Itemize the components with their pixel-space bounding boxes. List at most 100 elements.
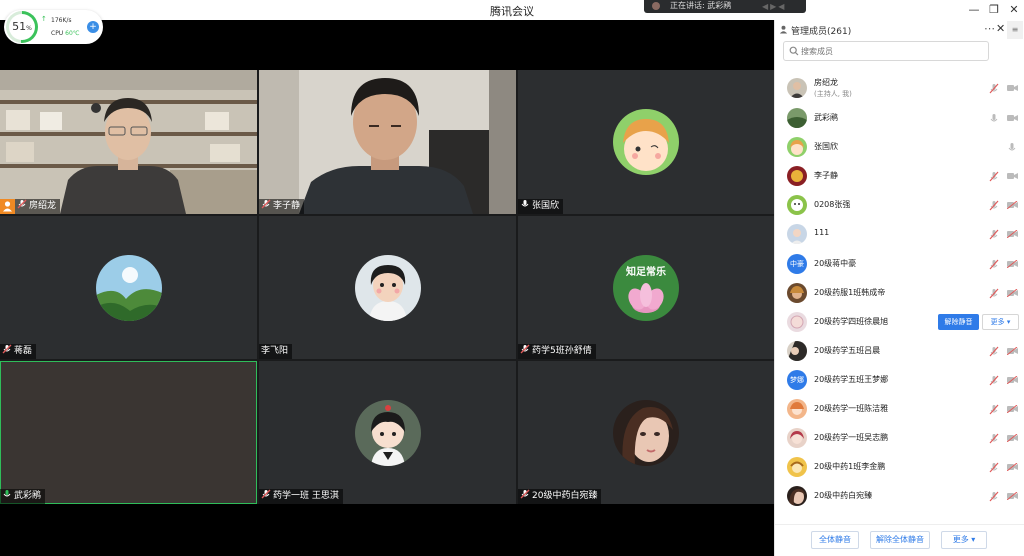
- video-tile-4[interactable]: 蒋磊: [0, 216, 257, 359]
- member-row[interactable]: 20级药学一班陈洁雅: [775, 395, 1024, 423]
- member-row[interactable]: 中豪 20级蒋中豪: [775, 250, 1024, 278]
- camera-off-icon[interactable]: [1007, 347, 1018, 355]
- video-tile-6[interactable]: 知足常乐 药学5班孙舒倩: [518, 216, 774, 359]
- mic-muted-icon[interactable]: [989, 259, 999, 270]
- unmute-all-button[interactable]: 解除全体静音: [870, 531, 930, 549]
- speaking-controls-icon[interactable]: ◀▶◀: [762, 1, 798, 11]
- camera-off-icon[interactable]: [1007, 376, 1018, 384]
- member-avatar: [787, 312, 807, 332]
- participant-video: [0, 70, 257, 214]
- camera-off-icon[interactable]: [1007, 230, 1018, 238]
- mic-muted-icon[interactable]: [989, 462, 999, 473]
- mute-all-button[interactable]: 全体静音: [811, 531, 859, 549]
- mic-muted-icon[interactable]: [989, 433, 999, 444]
- member-search[interactable]: [783, 41, 989, 61]
- mic-muted-icon: [261, 199, 271, 209]
- camera-icon[interactable]: [1007, 84, 1018, 92]
- boost-button[interactable]: +: [87, 21, 99, 33]
- camera-off-icon[interactable]: [1007, 289, 1018, 297]
- mic-muted-icon[interactable]: [989, 404, 999, 415]
- member-row[interactable]: 房绍龙 (主持人, 我): [775, 74, 1024, 102]
- unmute-button[interactable]: 解除静音: [938, 314, 979, 330]
- tile-name: 药学5班孙舒倩: [532, 346, 592, 356]
- tile-label: 药学一班 王思淇: [259, 489, 343, 504]
- tile-label: 武彩鹇: [0, 489, 46, 504]
- member-row[interactable]: 武彩鹇: [775, 104, 1024, 132]
- member-row[interactable]: 20级药服1班韩成帝: [775, 279, 1024, 307]
- member-avatar: [787, 224, 807, 244]
- member-name: 20级药学四班徐晨旭: [814, 317, 889, 326]
- member-row[interactable]: 20级药学四班徐晨旭 解除静音 更多 ▾: [775, 308, 1024, 336]
- members-icon: [779, 25, 788, 34]
- tile-label: 房绍龙: [15, 199, 61, 214]
- member-row[interactable]: 0208张强: [775, 191, 1024, 219]
- mic-muted-icon[interactable]: [989, 200, 999, 211]
- camera-off-icon[interactable]: [1007, 463, 1018, 471]
- camera-icon[interactable]: [1007, 114, 1018, 122]
- more-button[interactable]: 更多 ▾: [982, 314, 1019, 330]
- camera-off-icon[interactable]: [1007, 434, 1018, 442]
- member-name: 20级中药白宛臻: [814, 491, 873, 500]
- member-role: (主持人, 我): [814, 90, 852, 98]
- mic-muted-icon[interactable]: [989, 171, 999, 182]
- participant-avatar: [354, 254, 421, 321]
- cpu-temp-line: CPU 60℃: [51, 30, 80, 37]
- member-row[interactable]: 梦娜 20级药学五班王梦娜: [775, 366, 1024, 394]
- member-row[interactable]: 111: [775, 220, 1024, 248]
- camera-icon[interactable]: [1007, 172, 1018, 180]
- camera-off-icon[interactable]: [1007, 201, 1018, 209]
- mic-icon[interactable]: [989, 113, 999, 124]
- member-row[interactable]: 20级中药1班李金鹏: [775, 453, 1024, 481]
- video-tile-9[interactable]: 20级中药白宛臻: [518, 361, 774, 504]
- video-grid: 房绍龙 李子静 张国欣 蒋磊 李飞阳 知足常乐 药学5班孙舒倩 武彩鹇 药学一班…: [0, 70, 774, 504]
- panel-side-icon[interactable]: ≡: [1007, 21, 1023, 39]
- minimize-button[interactable]: —: [966, 2, 982, 18]
- video-tile-3[interactable]: 张国欣: [518, 70, 774, 214]
- video-tile-8[interactable]: 药学一班 王思淇: [259, 361, 516, 504]
- mic-icon: [2, 489, 12, 499]
- mic-muted-icon[interactable]: [989, 346, 999, 357]
- member-row[interactable]: 20级药学一班吴志鹏: [775, 424, 1024, 452]
- panel-close-icon[interactable]: ✕: [996, 22, 1005, 35]
- title-bar: 腾讯会议 正在讲话: 武彩鹇 ◀▶◀ — ❐ ✕: [0, 0, 1024, 20]
- mic-icon[interactable]: [1007, 142, 1017, 153]
- cpu-monitor-widget[interactable]: 51% ↑ 176K/s CPU 60℃ +: [4, 10, 103, 44]
- video-tile-1[interactable]: 房绍龙: [0, 70, 257, 214]
- member-name: 20级药学一班陈洁雅: [814, 404, 889, 413]
- mic-muted-icon: [17, 199, 27, 209]
- speaking-indicator: 正在讲话: 武彩鹇 ◀▶◀: [644, 0, 806, 13]
- video-area: 房绍龙 李子静 张国欣 蒋磊 李飞阳 知足常乐 药学5班孙舒倩 武彩鹇 药学一班…: [0, 20, 774, 556]
- mic-muted-icon[interactable]: [989, 375, 999, 386]
- member-avatar: 中豪: [787, 254, 807, 274]
- close-window-button[interactable]: ✕: [1006, 2, 1022, 18]
- camera-off-icon[interactable]: [1007, 492, 1018, 500]
- search-input[interactable]: [801, 44, 981, 58]
- restore-button[interactable]: ❐: [986, 2, 1002, 18]
- upload-arrow-icon: ↑: [41, 15, 47, 23]
- member-row[interactable]: 20级药学五班吕晨: [775, 337, 1024, 365]
- video-tile-5[interactable]: 李飞阳: [259, 216, 516, 359]
- footer-more-button[interactable]: 更多 ▾: [941, 531, 987, 549]
- mic-muted-icon: [520, 344, 530, 354]
- mic-muted-icon[interactable]: [989, 229, 999, 240]
- video-tile-2[interactable]: 李子静: [259, 70, 516, 214]
- member-avatar: [787, 108, 807, 128]
- tile-label: 李飞阳: [259, 344, 293, 359]
- mic-muted-icon[interactable]: [989, 83, 999, 94]
- member-name: 20级药服1班韩成帝: [814, 288, 886, 297]
- member-row[interactable]: 张国欣: [775, 133, 1024, 161]
- member-name: 20级中药1班李金鹏: [814, 462, 886, 471]
- member-row[interactable]: 李子静: [775, 162, 1024, 190]
- camera-off-icon[interactable]: [1007, 405, 1018, 413]
- speaking-text: 正在讲话: 武彩鹇: [670, 1, 732, 10]
- mic-muted-icon[interactable]: [989, 288, 999, 299]
- tile-name: 药学一班 王思淇: [273, 491, 339, 501]
- video-tile-7[interactable]: 武彩鹇: [0, 361, 257, 504]
- participant-avatar: [95, 254, 162, 321]
- cpu-usage-ring: 51%: [6, 11, 38, 43]
- member-avatar: [787, 399, 807, 419]
- panel-more-icon[interactable]: ⋯: [984, 22, 995, 35]
- mic-muted-icon[interactable]: [989, 491, 999, 502]
- camera-off-icon[interactable]: [1007, 260, 1018, 268]
- member-row[interactable]: 20级中药白宛臻: [775, 482, 1024, 510]
